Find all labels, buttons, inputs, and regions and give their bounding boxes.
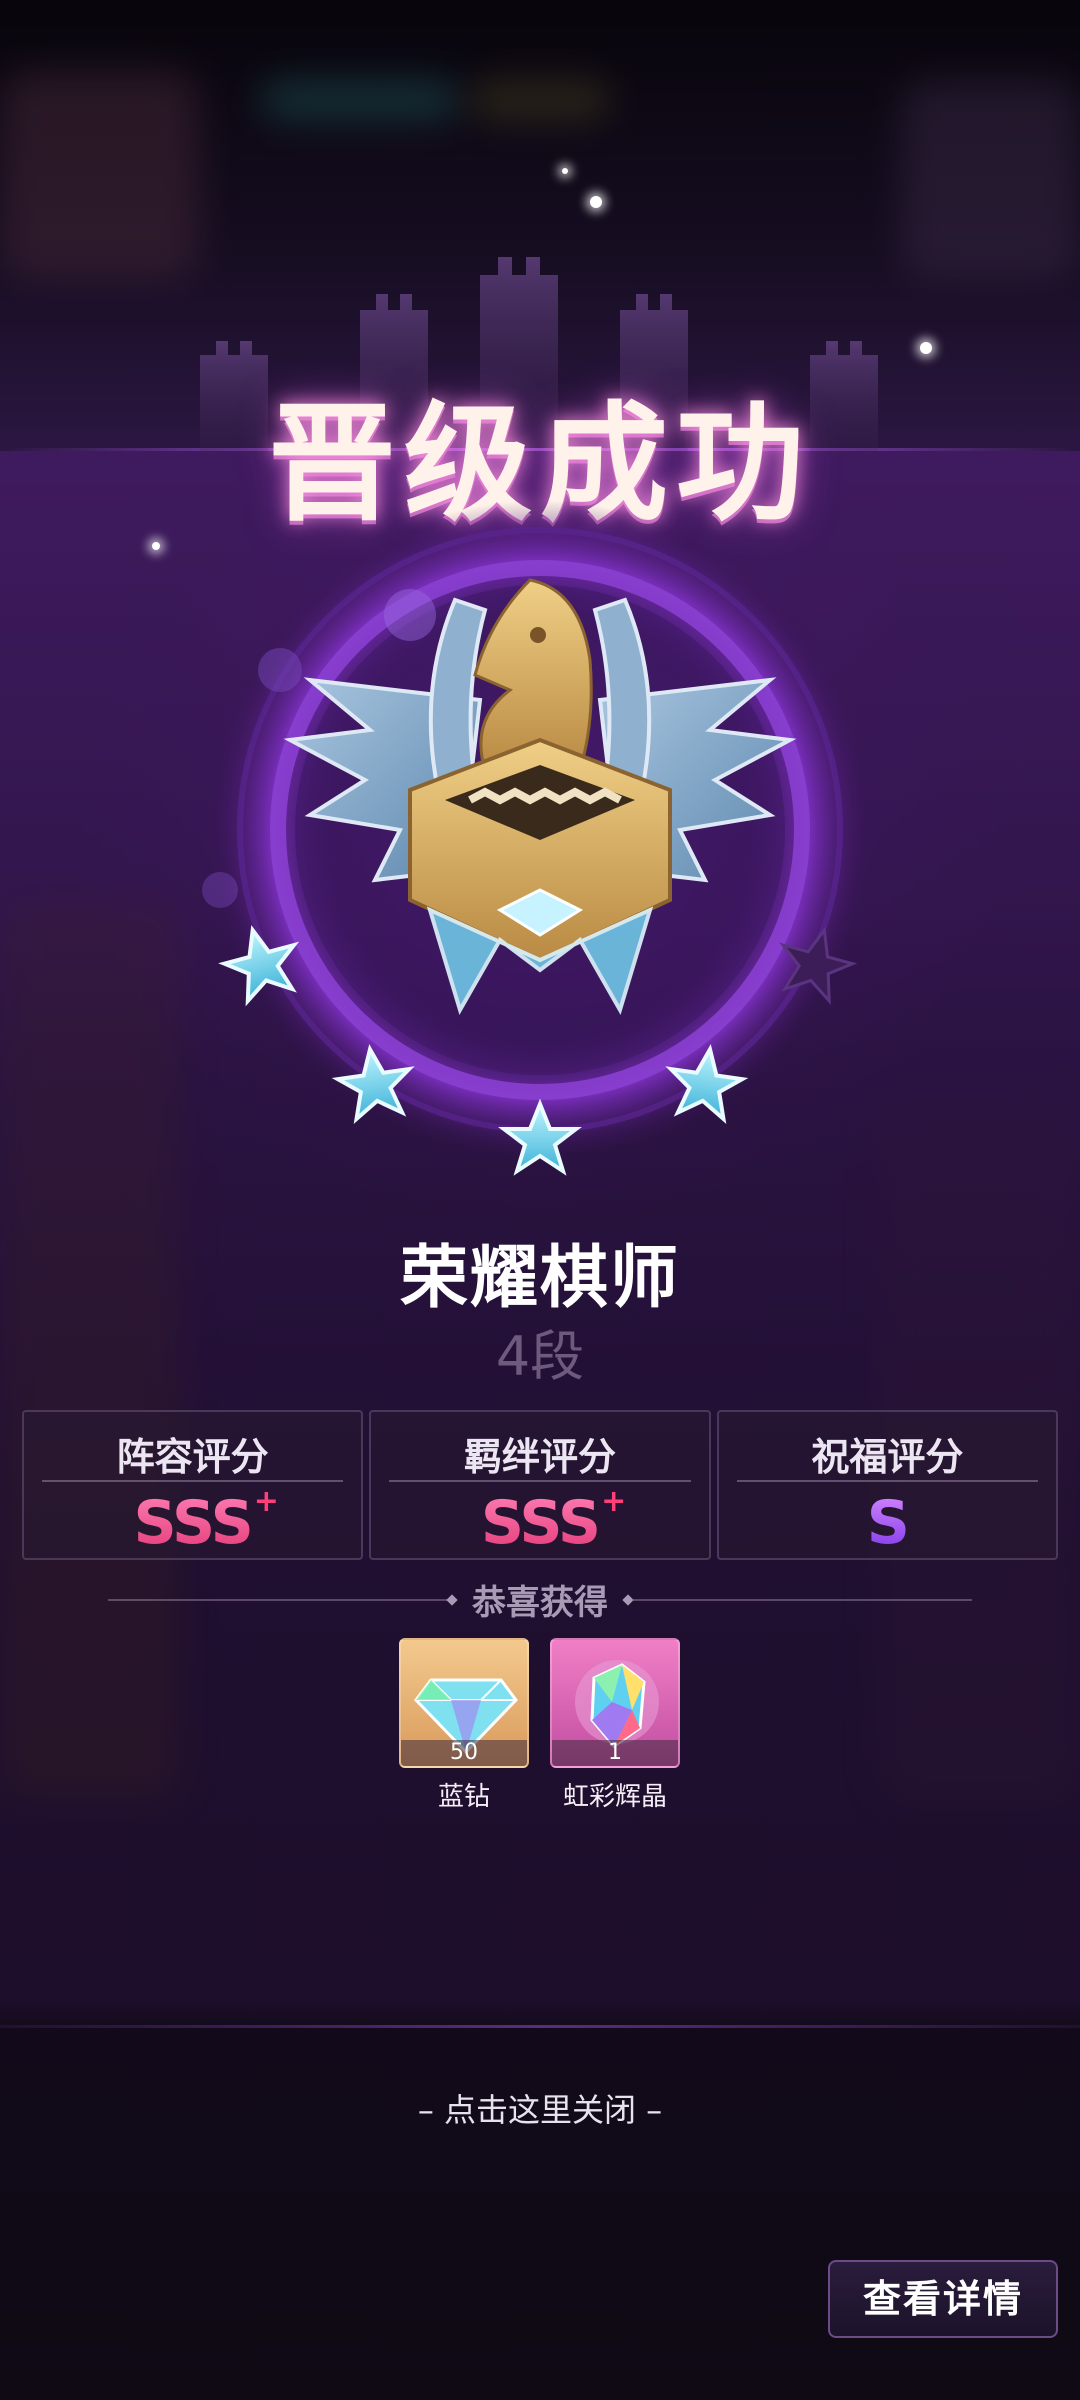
rank-name: 荣耀棋师 <box>399 1238 680 1318</box>
score-grade: SSS + <box>24 1484 361 1558</box>
background-bar <box>470 80 610 120</box>
view-details-button[interactable]: 查看详情 <box>828 2260 1058 2338</box>
score-grade: S <box>719 1488 1056 1558</box>
sparkle <box>920 342 932 354</box>
divider-line <box>632 1599 972 1601</box>
score-grade: SSS + <box>371 1484 708 1558</box>
grade-text: SSS <box>480 1488 601 1558</box>
reward-count: 50 <box>401 1740 527 1766</box>
divider-line <box>42 1480 344 1482</box>
score-card-bond: 羁绊评分 SSS + <box>369 1410 711 1560</box>
score-label: 祝福评分 <box>811 1434 964 1479</box>
promotion-screen[interactable]: 晋级成功 荣耀棋师 4段 阵容评分 SSS + 羁绊评分 SSS + 祝福评分 … <box>0 0 1080 2400</box>
divider-line <box>0 2025 1080 2028</box>
reward-item-rainbow-crystal[interactable]: 1 虹彩辉晶 <box>550 1638 680 1813</box>
sparkle <box>562 168 568 174</box>
score-cards: 阵容评分 SSS + 羁绊评分 SSS + 祝福评分 S <box>22 1410 1058 1560</box>
reward-count: 1 <box>552 1740 678 1766</box>
background-bar <box>260 80 460 120</box>
score-label: 羁绊评分 <box>463 1434 616 1479</box>
reward-name: 虹彩辉晶 <box>562 1782 667 1812</box>
background-portrait-left <box>0 70 200 280</box>
reward-header: 恭喜获得 <box>0 1575 1080 1625</box>
score-card-blessing: 祝福评分 S <box>716 1410 1058 1560</box>
grade-plus: + <box>601 1484 626 1519</box>
sparkle <box>590 196 602 208</box>
background-portrait-right <box>900 80 1080 280</box>
divider-line <box>389 1480 691 1482</box>
reward-item-blue-diamond[interactable]: 50 蓝钻 <box>399 1638 529 1813</box>
rank-tier: 4段 <box>495 1325 585 1388</box>
grade-text: S <box>866 1488 910 1558</box>
grade-text: SSS <box>133 1488 254 1558</box>
rank-emblem <box>202 500 870 1176</box>
close-hint[interactable]: – 点击这里关闭 – <box>0 2085 1080 2131</box>
score-card-lineup: 阵容评分 SSS + <box>22 1410 364 1560</box>
reward-box: 50 <box>399 1638 529 1768</box>
divider-line <box>736 1480 1038 1482</box>
score-label: 阵容评分 <box>116 1434 269 1479</box>
grade-plus: + <box>253 1484 279 1519</box>
reward-box: 1 <box>550 1638 680 1768</box>
